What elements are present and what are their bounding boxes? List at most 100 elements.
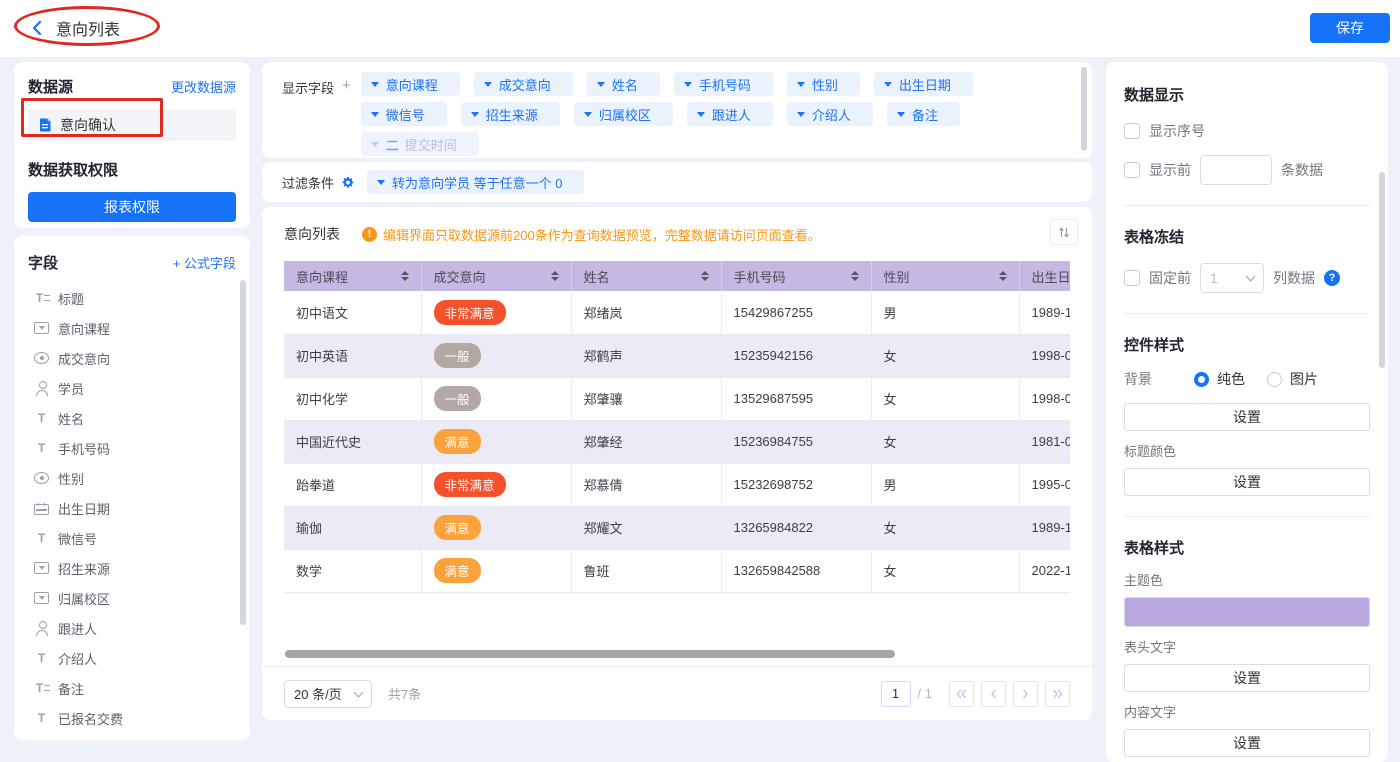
field-item[interactable]: 手机号码 (28, 433, 236, 463)
gear-icon[interactable] (340, 175, 355, 190)
image-radio[interactable] (1267, 372, 1282, 387)
table-horizontal-scrollbar[interactable] (285, 650, 895, 658)
show-index-checkbox[interactable] (1124, 123, 1140, 139)
field-item[interactable]: 跟进人 (28, 613, 236, 643)
back-icon[interactable] (30, 20, 44, 36)
table-cell: 非常满意 (421, 463, 571, 506)
add-display-field-button[interactable]: + (342, 78, 351, 93)
display-field-tag[interactable]: 招生来源 (461, 102, 560, 126)
display-field-tag[interactable]: 跟进人 (687, 102, 773, 126)
display-field-tag[interactable]: 归属校区 (574, 102, 673, 126)
field-item[interactable]: 成交意向 (28, 343, 236, 373)
text-icon (34, 411, 49, 426)
display-field-tag[interactable]: 备注 (887, 102, 960, 126)
first-page-button[interactable] (949, 681, 974, 707)
page-size-select[interactable]: 20 条/页 (284, 680, 372, 708)
table-sort-button[interactable] (1050, 219, 1078, 245)
row-limit-input[interactable] (1200, 155, 1272, 185)
table-cell: 男 (871, 463, 1019, 506)
display-field-tag[interactable]: 介绍人 (787, 102, 873, 126)
add-formula-field-link[interactable]: + 公式字段 (173, 253, 236, 272)
field-item[interactable]: 出生日期 (28, 493, 236, 523)
display-panel-scrollbar[interactable] (1081, 67, 1087, 151)
display-field-tag[interactable]: 手机号码 (674, 72, 773, 96)
filter-condition-tag[interactable]: 转为意向学员 等于任意一个 0 (367, 170, 584, 194)
intent-badge: 非常满意 (434, 300, 506, 325)
field-item[interactable]: 已报名交费 (28, 703, 236, 733)
table-cell: 13265984822 (721, 506, 871, 549)
field-item[interactable]: 性别 (28, 463, 236, 493)
sort-icon[interactable] (851, 271, 859, 281)
header-text-set-button[interactable]: 设置 (1124, 664, 1370, 692)
theme-color-swatch[interactable] (1124, 597, 1370, 627)
background-set-button[interactable]: 设置 (1124, 403, 1370, 431)
column-header[interactable]: 意向课程 (284, 261, 421, 291)
sort-icon[interactable] (701, 271, 709, 281)
datasource-item[interactable]: 意向确认 (28, 109, 236, 141)
field-item[interactable]: 学员 (28, 373, 236, 403)
field-item-label: 介绍人 (58, 649, 97, 668)
settings-scrollbar[interactable] (1379, 172, 1385, 368)
table-cell: 一般 (421, 377, 571, 420)
field-item[interactable]: 介绍人 (28, 643, 236, 673)
caret-down-icon (484, 82, 492, 87)
solid-color-radio[interactable] (1194, 372, 1209, 387)
sort-arrows-icon (1058, 226, 1070, 239)
display-field-tag[interactable]: 姓名 (587, 72, 660, 96)
chevron-right-icon (1022, 689, 1029, 699)
content-text-set-button[interactable]: 设置 (1124, 729, 1370, 757)
display-field-tag[interactable]: 出生日期 (874, 72, 973, 96)
table-cell: 1998-05- (1019, 377, 1070, 420)
display-field-tag-label: 手机号码 (699, 75, 751, 94)
column-header[interactable]: 姓名 (571, 261, 721, 291)
prev-page-button[interactable] (981, 681, 1006, 707)
freeze-columns-checkbox[interactable] (1124, 270, 1140, 286)
calendar-icon (34, 504, 49, 515)
field-item[interactable]: 归属校区 (28, 583, 236, 613)
top-bar: 意向列表 保存 (0, 0, 1400, 57)
table-cell: 15235942156 (721, 334, 871, 377)
sort-icon[interactable] (551, 271, 559, 281)
caret-down-icon (684, 82, 692, 87)
permission-title: 数据获取权限 (28, 159, 236, 180)
caret-down-icon (897, 112, 905, 117)
display-field-tag[interactable]: 成交意向 (474, 72, 573, 96)
report-builder-page: { "header": { "title": "意向列表", "save_lab… (0, 0, 1400, 755)
sort-icon[interactable] (401, 271, 409, 281)
display-field-tag[interactable]: 意向课程 (361, 72, 460, 96)
field-item[interactable]: 标题 (28, 283, 236, 313)
field-item[interactable]: 意向课程 (28, 313, 236, 343)
display-field-tag[interactable]: 微信号 (361, 102, 447, 126)
page-number-input[interactable] (881, 681, 911, 707)
title-icon (34, 291, 49, 306)
next-page-button[interactable] (1013, 681, 1038, 707)
column-header[interactable]: 手机号码 (721, 261, 871, 291)
column-header[interactable]: 成交意向 (421, 261, 571, 291)
table-row: 跆拳道非常满意郑慕倩15232698752男1995-01- (284, 463, 1070, 506)
field-item[interactable]: 微信号 (28, 523, 236, 553)
column-header[interactable]: 性别 (871, 261, 1019, 291)
field-item[interactable]: 姓名 (28, 403, 236, 433)
help-icon[interactable]: ? (1324, 270, 1340, 286)
title-color-set-button[interactable]: 设置 (1124, 468, 1370, 496)
display-field-tags: 意向课程成交意向姓名手机号码性别出生日期微信号招生来源归属校区跟进人介绍人备注二… (361, 68, 973, 152)
column-header[interactable]: 出生日期 (1019, 261, 1070, 291)
field-item[interactable]: 备注 (28, 673, 236, 703)
fields-scrollbar[interactable] (240, 280, 246, 625)
report-permission-button[interactable]: 报表权限 (28, 192, 236, 222)
display-field-tag-label: 成交意向 (499, 75, 551, 94)
pagination-bar: 20 条/页 共7条 / 1 (262, 666, 1092, 720)
sort-icon[interactable] (999, 271, 1007, 281)
table-cell: 女 (871, 334, 1019, 377)
save-button[interactable]: 保存 (1310, 13, 1390, 43)
table-cell: 满意 (421, 549, 571, 592)
field-item[interactable]: 招生来源 (28, 553, 236, 583)
show-first-checkbox[interactable] (1124, 162, 1140, 178)
display-field-tag[interactable]: 二提交时间 (361, 132, 479, 156)
freeze-count-value: 1 (1210, 270, 1218, 286)
field-item-label: 招生来源 (58, 559, 110, 578)
last-page-button[interactable] (1045, 681, 1070, 707)
display-field-tag[interactable]: 性别 (787, 72, 860, 96)
change-datasource-link[interactable]: 更改数据源 (171, 77, 236, 96)
freeze-count-select[interactable]: 1 (1200, 263, 1264, 293)
